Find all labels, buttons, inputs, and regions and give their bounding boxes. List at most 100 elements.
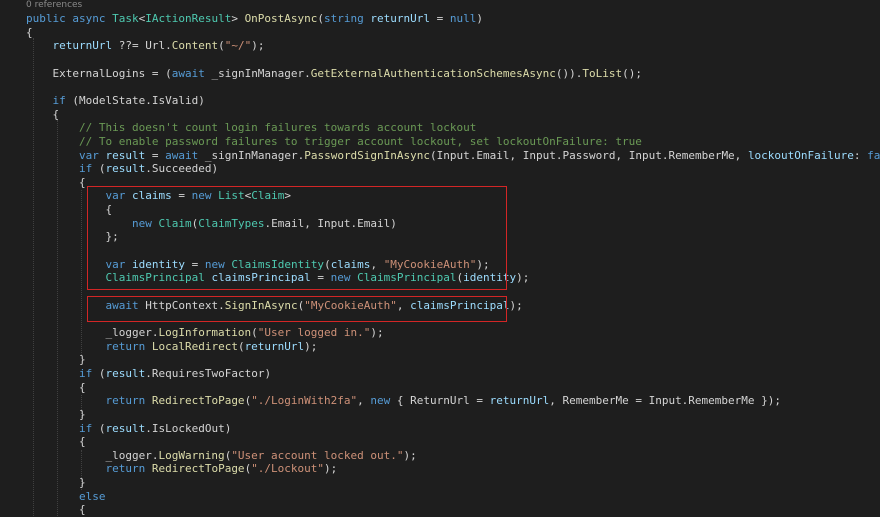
code-line: { [26,26,33,40]
code-token: ); [251,39,265,53]
code-token: result [105,148,146,162]
code-token: (ModelState.IsValid) [72,93,205,107]
code-line: { [26,503,86,517]
code-line: } [26,353,86,367]
code-token: (Input.Email, Input.Password, Input.Reme… [430,148,748,162]
code-token: if [78,162,99,176]
code-token: GetExternalAuthenticationSchemesAsync [310,66,556,80]
code-token: > [231,12,245,25]
code-line: // To enable password failures to trigge… [26,135,642,149]
code-token: public async [26,12,113,25]
code-line: if (result.IsLockedOut) [26,422,231,436]
code-line: return LocalRedirect(returnUrl); [26,340,317,354]
code-line: _logger.LogInformation("User logged in."… [26,325,384,340]
code-line: // This doesn't count login failures tow… [26,121,476,135]
code-token: lockoutOnFailure [747,148,854,162]
code-line: { [26,176,86,190]
code-token: { [26,25,33,39]
code-line: { [26,381,86,395]
code-token: ()). [555,66,583,80]
code-token: RedirectToPage [151,462,245,476]
code-token: } [26,476,86,490]
code-token: ); [516,271,530,285]
code-token: _signInManager. [204,148,305,162]
code-token: { [26,435,86,449]
code-token: null [449,12,477,25]
code-token: RedirectToPage [151,394,245,408]
code-token: await [171,66,212,80]
code-token: .IsLockedOut) [145,421,232,435]
code-token: returnUrl [370,12,431,25]
code-line: _logger.LogWarning("User account locked … [26,448,417,463]
code-token: ); [324,462,338,476]
code-line: public async Task<IActionResult> OnPostA… [26,12,483,26]
code-token: result [105,366,146,380]
code-editor[interactable]: 0 references public async Task<IActionRe… [0,0,880,516]
code-token: result [105,162,146,176]
code-token: else [78,489,106,503]
code-token: ( [237,339,245,353]
code-token: "./LoginWith2fa" [251,394,358,408]
code-line: var result = await _signInManager.Passwo… [26,149,880,163]
code-token: .Succeeded) [145,162,219,176]
code-line: else [26,489,106,504]
code-line: { [26,435,86,449]
code-line: } [26,408,86,422]
code-token: , RememberMe = Input.RememberMe }); [549,394,782,408]
code-token: "~/" [224,39,252,53]
code-token: { [26,175,86,189]
code-token: { [26,380,86,394]
code-line: ExternalLogins = (await _signInManager.G… [26,66,641,81]
code-token: _logger. [26,448,159,462]
code-token: { ReturnUrl = [396,394,490,408]
code-token: OnPostAsync [244,12,318,25]
code-token: returnUrl [489,394,550,408]
code-token: string [324,12,371,25]
code-token: if [52,93,73,107]
code-token: { [26,107,60,121]
code-token: ( [251,325,258,339]
code-token: return [105,462,152,476]
codelens-references[interactable]: 0 references [26,0,82,11]
code-token: ); [403,448,417,462]
code-token: _signInManager. [211,66,311,80]
code-token: return [105,394,152,408]
code-token: = [145,148,166,162]
code-line: if (ModelState.IsValid) [26,94,205,108]
code-token: = [430,12,450,25]
code-token: LocalRedirect [151,339,238,353]
code-token: ExternalLogins = ( [26,66,172,80]
code-token: ( [218,39,225,53]
code-token: if [78,421,99,435]
code-token: ); [370,325,384,339]
code-token: } [26,353,86,367]
code-token: // To enable password failures to trigge… [26,134,642,148]
code-token: return [105,339,152,353]
code-line: if (result.Succeeded) [26,162,218,176]
code-token: ) [476,12,484,25]
code-token: ); [509,298,523,312]
code-token: } [26,407,86,421]
code-token: returnUrl [244,339,305,353]
claims-highlight-box [87,186,507,290]
code-line: if (result.RequiresTwoFactor) [26,367,271,381]
code-line: } [26,476,86,490]
code-token: IActionResult [145,12,232,25]
code-token: await [165,148,205,162]
code-token: false [867,148,880,162]
code-token: LogInformation [158,325,252,339]
code-token: PasswordSignInAsync [304,148,431,162]
code-token: // This doesn't count login failures tow… [26,121,477,135]
code-token: ??= Url. [112,39,172,53]
code-token: "User account locked out." [231,448,404,462]
code-token: LogWarning [158,448,225,462]
code-token: new [370,394,397,408]
